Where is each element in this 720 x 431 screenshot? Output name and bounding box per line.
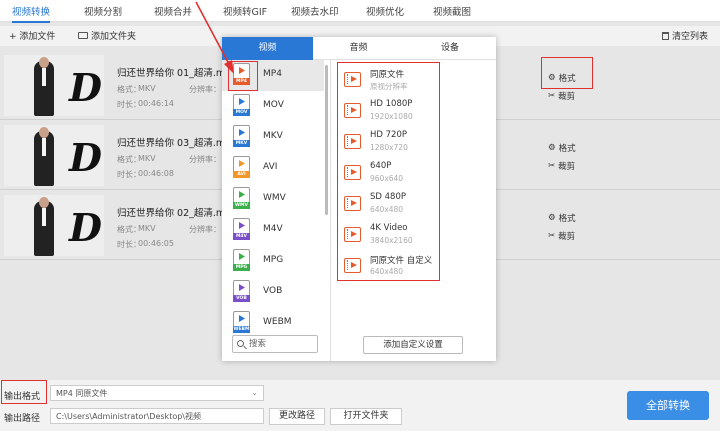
tab-audio[interactable]: 音频 (313, 37, 404, 60)
format-value: MKV (138, 154, 156, 163)
search-icon (237, 340, 244, 347)
add-file-button[interactable]: + 添加文件 (9, 29, 55, 42)
scissors-icon: ✂ (548, 91, 556, 101)
cut-button[interactable]: ✂ 裁剪 (548, 90, 575, 102)
add-folder-label: 添加文件夹 (91, 32, 137, 42)
highlight-box (541, 57, 593, 89)
tab-video-convert[interactable]: 视频转换 (12, 4, 51, 23)
file-format-icon: MPG (233, 249, 250, 271)
format-badge: VOB (233, 295, 250, 302)
resolution-label: 分辨率： (189, 225, 221, 234)
highlight-box (337, 62, 440, 281)
gear-icon: ⚙ (548, 213, 556, 223)
clear-list-label: 清空列表 (672, 32, 709, 42)
file-format-icon: WEBM (233, 311, 250, 333)
format-label: AVI (263, 162, 278, 172)
format-label: MOV (263, 100, 284, 110)
scrollbar[interactable] (325, 65, 328, 215)
duration-value: 00:46:08 (138, 169, 174, 178)
scissors-icon: ✂ (548, 231, 556, 241)
format-label: WEBM (263, 317, 292, 327)
cut-label: 裁剪 (558, 92, 576, 102)
format-popup: 视频 音频 设备 MP4 MP4 MOV MOV MKV MKV AVI AVI WMV WMV M… (222, 37, 496, 361)
file-name: 归还世界给你 03_超清.mk (117, 138, 231, 149)
duration-value: 00:46:05 (138, 239, 174, 248)
format-badge: WEBM (233, 326, 250, 333)
popup-tabs: 视频 音频 设备 (222, 37, 496, 60)
cut-label: 裁剪 (558, 232, 576, 242)
cut-label: 裁剪 (558, 162, 576, 172)
format-settings-label: 格式 (558, 214, 576, 224)
cut-button[interactable]: ✂ 裁剪 (548, 230, 575, 242)
open-folder-button[interactable]: 打开文件夹 (330, 408, 402, 425)
output-format-value: MP4 同原文件 (56, 389, 108, 398)
chevron-down-icon: ⌄ (251, 388, 258, 397)
format-list: MP4 MP4 MOV MOV MKV MKV AVI AVI WMV WMV M4V M4V MPG M… (222, 60, 328, 333)
output-path-label: 输出路径 (4, 414, 41, 424)
search-input[interactable]: 搜索 (232, 335, 318, 353)
file-format-icon: VOB (233, 280, 250, 302)
format-badge: MKV (233, 140, 250, 147)
tab-remove-watermark[interactable]: 视频去水印 (291, 4, 339, 18)
format-item-avi[interactable]: AVI AVI (222, 153, 324, 184)
folder-icon (78, 32, 88, 39)
add-custom-settings-button[interactable]: 添加自定义设置 (363, 336, 463, 354)
change-path-button[interactable]: 更改路径 (269, 408, 325, 425)
format-badge: AVI (233, 171, 250, 178)
resolution-label: 分辨率： (189, 155, 221, 164)
file-name: 归还世界给你 02_超清.mk (117, 208, 231, 219)
format-label: MKV (263, 131, 283, 141)
trash-icon (662, 31, 669, 40)
format-settings-button[interactable]: ⚙ 格式 (548, 142, 576, 154)
file-format-icon: M4V (233, 218, 250, 240)
format-label: M4V (263, 224, 283, 234)
file-format-icon: MOV (233, 94, 250, 116)
gear-icon: ⚙ (548, 143, 556, 153)
format-item-vob[interactable]: VOB VOB (222, 277, 324, 308)
format-badge: MOV (233, 109, 250, 116)
convert-all-button[interactable]: 全部转换 (627, 391, 709, 420)
format-label: VOB (263, 286, 283, 296)
format-item-mpg[interactable]: MPG MPG (222, 246, 324, 277)
format-label: MP4 (263, 69, 282, 79)
cut-button[interactable]: ✂ 裁剪 (548, 160, 575, 172)
file-format-icon: AVI (233, 156, 250, 178)
clear-list-button[interactable]: 清空列表 (662, 29, 708, 42)
format-settings-label: 格式 (558, 144, 576, 154)
output-format-select[interactable]: MP4 同原文件 ⌄ (50, 385, 264, 401)
format-item-m4v[interactable]: M4V M4V (222, 215, 324, 246)
video-thumbnail: D (4, 195, 104, 256)
output-path-field[interactable]: C:\Users\Administrator\Desktop\视频 (50, 408, 264, 424)
format-badge: MPG (233, 264, 250, 271)
file-format-icon: WMV (233, 187, 250, 209)
tab-device[interactable]: 设备 (404, 37, 496, 60)
highlight-box (228, 61, 258, 91)
tab-video-screenshot[interactable]: 视频截图 (433, 4, 471, 18)
format-item-mkv[interactable]: MKV MKV (222, 122, 324, 153)
tab-video-split[interactable]: 视频分割 (84, 4, 122, 18)
highlight-box (1, 380, 47, 404)
tab-bar: 视频转换 视频分割 视频合并 视频转GIF 视频去水印 视频优化 视频截图 (0, 0, 720, 23)
search-placeholder: 搜索 (249, 339, 267, 349)
format-label: WMV (263, 193, 286, 203)
video-thumbnail: D (4, 125, 104, 186)
format-badge: WMV (233, 202, 250, 209)
format-item-mov[interactable]: MOV MOV (222, 91, 324, 122)
format-item-wmv[interactable]: WMV WMV (222, 184, 324, 215)
format-badge: M4V (233, 233, 250, 240)
scissors-icon: ✂ (548, 161, 556, 171)
video-thumbnail: D (4, 55, 104, 116)
tab-video-merge[interactable]: 视频合并 (154, 4, 192, 18)
file-format-icon: MKV (233, 125, 250, 147)
duration-value: 00:46:14 (138, 99, 174, 108)
format-label: MPG (263, 255, 284, 265)
tab-video-optimize[interactable]: 视频优化 (366, 4, 404, 18)
add-folder-button[interactable]: 添加文件夹 (78, 29, 136, 42)
format-value: MKV (138, 84, 156, 93)
format-value: MKV (138, 224, 156, 233)
divider (330, 60, 331, 361)
format-settings-button[interactable]: ⚙ 格式 (548, 212, 576, 224)
